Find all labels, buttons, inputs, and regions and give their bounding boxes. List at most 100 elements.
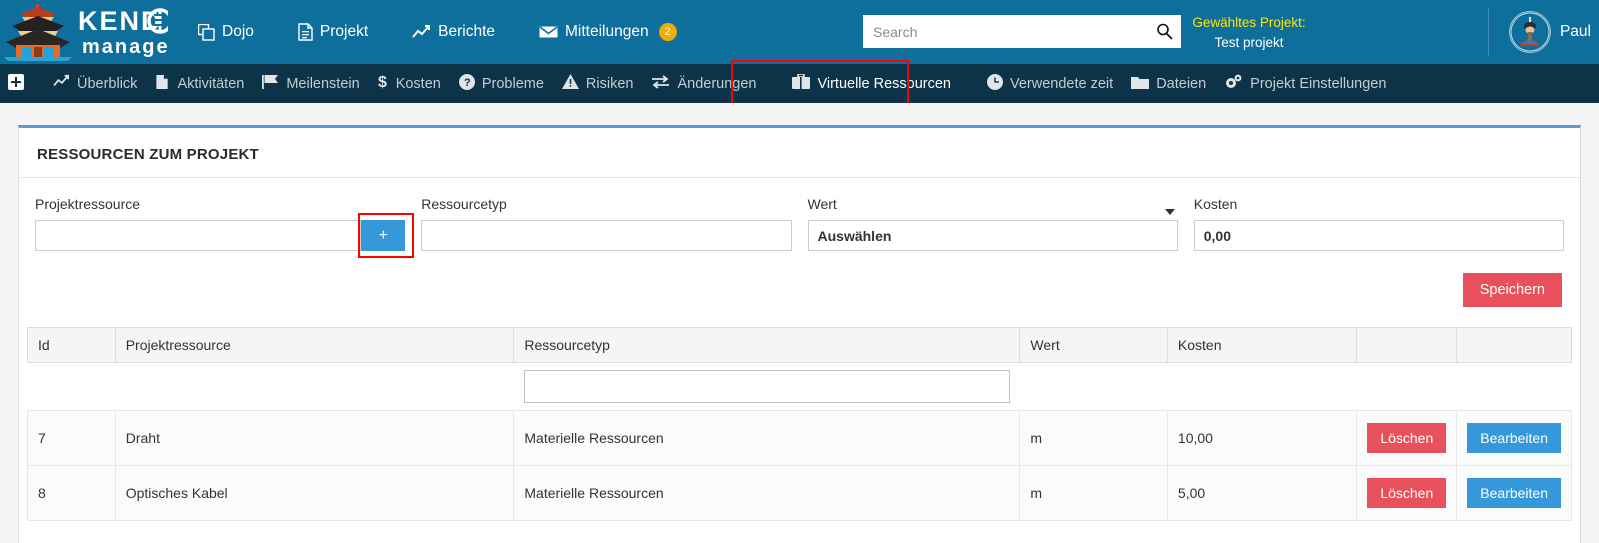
cell-kosten: 10,00 [1166,410,1358,466]
add-new-button[interactable] [0,64,30,103]
kosten-input[interactable] [1193,220,1564,251]
samurai-avatar-icon [1510,12,1550,52]
topnav-label-projekt: Projekt [319,23,369,40]
ressourcetyp-input[interactable] [421,220,792,251]
cell-wert: m [1019,410,1168,466]
topnav-item-projekt[interactable]: Projekt [298,23,368,41]
filter-cell-ressourcetyp [513,362,1020,411]
field-kosten: Kosten [1186,196,1572,251]
document-icon [298,23,313,41]
subnav-item-aenderungen[interactable]: Änderungen [642,64,765,103]
subnav-item-aktivitaeten[interactable]: Aktivitäten [146,64,253,103]
user-name: Paul [1559,23,1591,40]
page-title: RESSOURCEN ZUM PROJEKT [19,128,1580,178]
delete-button[interactable]: Löschen [1367,478,1447,508]
filter-cell-kosten [1167,362,1357,411]
cell-projektressource: Draht [114,410,515,466]
subnav-label-probleme: Probleme [481,75,544,92]
top-header-bar: KEND manager Dojo Projekt [0,0,1599,64]
cell-ressourcetyp: Materielle Ressourcen [513,465,1021,521]
selected-project-label: Gewähltes Projekt: [1192,15,1306,30]
exchange-icon [651,74,670,93]
topnav-label-dojo: Dojo [222,23,254,40]
resources-table: Id Projektressource Ressourcetyp Wert Ko… [27,327,1572,521]
label-projektressource: Projektressource [35,196,141,212]
question-circle-icon: ? [458,73,475,94]
filter-cell-delete [1356,362,1457,411]
cell-projektressource: Optisches Kabel [114,465,515,521]
search-box[interactable] [863,15,1181,48]
save-button[interactable]: Speichern [1462,273,1562,307]
table-header-row: Id Projektressource Ressourcetyp Wert Ko… [27,327,1572,363]
add-projektressource-button[interactable]: + [361,220,406,251]
edit-button[interactable]: Bearbeiten [1467,423,1561,453]
subnav-label-projekt-einstellungen: Projekt Einstellungen [1250,75,1387,92]
subnav-label-kosten: Kosten [395,75,441,92]
cell-kosten: 5,00 [1166,465,1358,521]
topnav-item-mitteilungen[interactable]: Mitteilungen 2 [539,23,677,41]
delete-button[interactable]: Löschen [1367,423,1447,453]
search-icon [1156,23,1173,40]
user-menu[interactable]: Paul [1508,0,1599,64]
field-projektressource: Projektressource + [27,196,414,258]
subnav-item-meilenstein[interactable]: Meilenstein [253,64,368,103]
subnav-item-dateien[interactable]: Dateien [1122,64,1215,103]
projektressource-input[interactable] [35,220,362,251]
project-navigation-bar: Überblick Aktivitäten Meilenstein $ Kost… [0,60,1599,107]
save-row: Speichern [19,251,1580,307]
col-wert[interactable]: Wert [1019,327,1168,363]
flag-icon [262,74,279,93]
col-kosten[interactable]: Kosten [1166,327,1358,363]
filter-cell-edit [1456,362,1572,411]
brand-logo[interactable]: KEND manager [0,0,168,64]
subnav-label-risiken: Risiken [585,75,634,92]
copy-icon [198,23,215,41]
table-filter-row [27,362,1572,411]
topnav-label-berichte: Berichte [438,23,496,40]
subnav-label-aktivitaeten: Aktivitäten [177,75,245,92]
search-button[interactable] [1147,15,1181,48]
subnav-label-verwendete-zeit: Verwendete zeit [1010,75,1114,92]
search-input[interactable] [863,16,1147,47]
file-copy-icon [155,74,170,94]
edit-button[interactable]: Bearbeiten [1467,478,1561,508]
filter-cell-projektressource [115,362,514,411]
subnav-item-projekt-einstellungen[interactable]: Projekt Einstellungen [1215,64,1395,103]
envelope-icon [539,25,558,39]
field-wert: Wert [800,196,1186,251]
subnav-item-probleme[interactable]: ? Probleme [450,64,553,103]
topnav-item-berichte[interactable]: Berichte [412,23,495,41]
svg-text:?: ? [464,77,471,89]
topnav-item-dojo[interactable]: Dojo [198,23,254,41]
cell-id: 8 [27,465,116,521]
col-ressourcetyp[interactable]: Ressourcetyp [513,327,1021,363]
table-row[interactable]: 7 Draht Materielle Ressourcen m 10,00 Lö… [27,410,1572,466]
cell-edit: Bearbeiten [1456,410,1572,466]
cell-wert: m [1019,465,1168,521]
subnav-label-dateien: Dateien [1156,75,1207,92]
wert-select[interactable] [807,220,1178,251]
cell-edit: Bearbeiten [1456,465,1572,521]
table-row[interactable]: 8 Optisches Kabel Materielle Ressourcen … [27,465,1572,521]
col-projektressource[interactable]: Projektressource [114,327,515,363]
table-body: 7 Draht Materielle Ressourcen m 10,00 Lö… [27,362,1572,521]
cell-delete: Löschen [1356,465,1458,521]
avatar[interactable] [1508,11,1551,53]
subnav-item-kosten[interactable]: $ Kosten [369,64,450,103]
subnav-item-risiken[interactable]: Risiken [553,64,643,103]
table-head: Id Projektressource Ressourcetyp Wert Ko… [27,327,1572,363]
cell-delete: Löschen [1356,410,1458,466]
subnav-item-verwendete-zeit[interactable]: Verwendete zeit [978,64,1122,103]
ressourcetyp-filter-input[interactable] [523,370,1010,403]
subnav-item-uberblick[interactable]: Überblick [44,64,146,103]
pagoda-logo-icon: KEND manager [4,4,168,61]
notification-badge: 2 [658,23,677,41]
svg-text:$: $ [378,74,387,90]
col-id[interactable]: Id [27,327,116,363]
subnav-item-virtuelle-ressourcen[interactable]: Virtuelle Ressourcen [783,64,960,103]
cell-ressourcetyp: Materielle Ressourcen [513,410,1021,466]
selected-project: Gewähltes Projekt: Test projekt [1190,13,1308,52]
subnav-label-aenderungen: Änderungen [677,75,757,92]
col-edit [1456,327,1572,363]
topnav-label-mitteilungen: Mitteilungen [565,23,649,40]
